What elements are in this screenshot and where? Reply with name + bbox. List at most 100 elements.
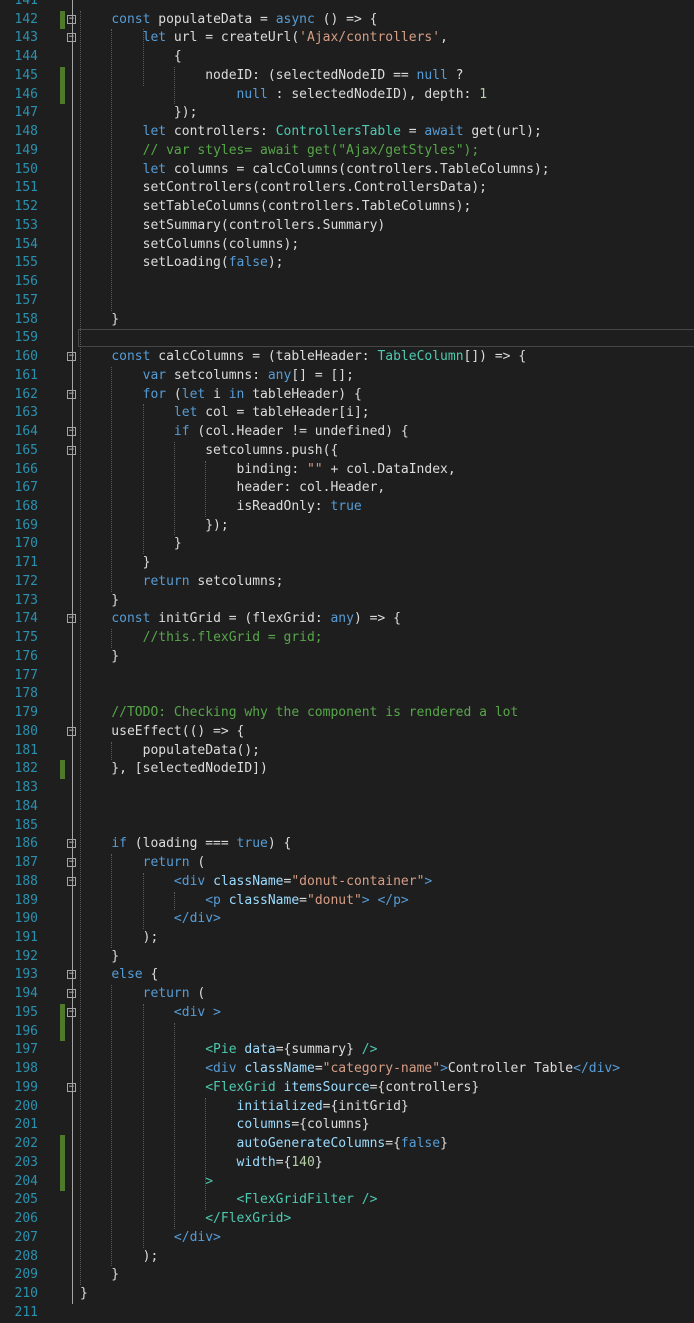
- code-text: setColumns(columns);: [80, 236, 300, 252]
- code-line[interactable]: 142− const populateData = async () => {: [0, 10, 694, 30]
- code-editor[interactable]: 141 142− const populateData = async () =>…: [0, 0, 694, 1320]
- code-text: columns={columns}: [236, 1117, 370, 1133]
- code-line[interactable]: 191 );: [0, 929, 694, 948]
- code-line[interactable]: 202 autoGenerateColumns={false}: [0, 1135, 694, 1154]
- code-line[interactable]: 209 }: [0, 1266, 694, 1285]
- code-line[interactable]: 151 setControllers(controllers.Controlle…: [0, 179, 694, 198]
- code-line[interactable]: 206 </FlexGrid>: [0, 1210, 694, 1229]
- code-line[interactable]: 172 return setcolumns;: [0, 573, 694, 592]
- code-line[interactable]: 188− <div className="donut-container">: [0, 873, 694, 892]
- code-line[interactable]: 169 });: [0, 517, 694, 536]
- code-line[interactable]: 156: [0, 273, 694, 292]
- code-line[interactable]: 149 // var styles= await get("Ajax/getSt…: [0, 142, 694, 161]
- code-line[interactable]: 179 //TODO: Checking why the component i…: [0, 704, 694, 723]
- code-line[interactable]: 201 columns={columns}: [0, 1116, 694, 1135]
- code-line[interactable]: 141: [0, 0, 694, 11]
- line-number: 154: [14, 236, 38, 252]
- line-number: 169: [14, 517, 38, 533]
- change-marker: [60, 1022, 65, 1042]
- code-line[interactable]: 190 </div>: [0, 910, 694, 929]
- line-number: 165: [14, 442, 38, 458]
- code-line[interactable]: 194− return (: [0, 985, 694, 1004]
- code-line[interactable]: 174− const initGrid = (flexGrid: any) =>…: [0, 610, 694, 629]
- code-line[interactable]: 185: [0, 817, 694, 836]
- code-line[interactable]: 203 width={140}: [0, 1153, 694, 1173]
- code-line[interactable]: 153 setSummary(controllers.Summary): [0, 217, 694, 236]
- line-number: 146: [14, 86, 38, 102]
- code-text: const initGrid = (flexGrid: any) => {: [111, 611, 401, 627]
- code-line[interactable]: 204 >: [0, 1172, 694, 1192]
- code-line[interactable]: 175 //this.flexGrid = grid;: [0, 629, 694, 648]
- code-line[interactable]: 161 var setcolumns: any[] = [];: [0, 367, 694, 386]
- code-text: if (col.Header != undefined) {: [173, 424, 409, 440]
- code-line[interactable]: 167 header: col.Header,: [0, 479, 694, 498]
- code-line[interactable]: 154 setColumns(columns);: [0, 236, 694, 255]
- code-line[interactable]: 198 <div className="category-name">Contr…: [0, 1060, 694, 1079]
- code-line[interactable]: 195− <div >: [0, 1003, 694, 1023]
- code-line[interactable]: 186− if (loading === true) {: [0, 835, 694, 854]
- code-line[interactable]: 178: [0, 685, 694, 704]
- code-line[interactable]: 162− for (let i in tableHeader) {: [0, 386, 694, 405]
- code-line[interactable]: 211: [0, 1304, 694, 1323]
- code-line[interactable]: 170 }: [0, 535, 694, 554]
- line-number: 144: [14, 49, 38, 65]
- code-line[interactable]: 164− if (col.Header != undefined) {: [0, 423, 694, 442]
- code-line[interactable]: 187− return (: [0, 854, 694, 873]
- code-line[interactable]: 147 });: [0, 104, 694, 123]
- code-line[interactable]: 210}: [0, 1285, 694, 1304]
- code-line[interactable]: 182 }, [selectedNodeID]): [0, 760, 694, 780]
- code-line[interactable]: 177: [0, 667, 694, 686]
- code-line[interactable]: 160− const calcColumns = (tableHeader: T…: [0, 348, 694, 367]
- code-line[interactable]: 184: [0, 798, 694, 817]
- code-text: initialized={initGrid}: [236, 1098, 409, 1114]
- indent-guide: [173, 1022, 175, 1229]
- line-number: 149: [14, 142, 38, 158]
- code-line[interactable]: 143− let url = createUrl('Ajax/controlle…: [0, 29, 694, 48]
- code-line[interactable]: 171 }: [0, 554, 694, 573]
- code-line[interactable]: 207 </div>: [0, 1229, 694, 1248]
- code-line[interactable]: 205 <FlexGridFilter />: [0, 1191, 694, 1210]
- code-line[interactable]: 199− <FlexGrid itemsSource={controllers}: [0, 1079, 694, 1098]
- code-line[interactable]: 146 null : selectedNodeID), depth: 1: [0, 85, 694, 105]
- line-number: 192: [14, 948, 38, 964]
- code-line[interactable]: 158 }: [0, 311, 694, 330]
- line-number: 172: [14, 573, 38, 589]
- code-line[interactable]: 200 initialized={initGrid}: [0, 1098, 694, 1117]
- code-line[interactable]: 180− useEffect(() => {: [0, 723, 694, 742]
- code-line[interactable]: 173 }: [0, 592, 694, 611]
- code-text: <FlexGridFilter />: [236, 1192, 378, 1208]
- line-number: 189: [14, 892, 38, 908]
- code-line[interactable]: 168 isReadOnly: true: [0, 498, 694, 517]
- line-number: 153: [14, 217, 38, 233]
- line-number: 157: [14, 292, 38, 308]
- change-marker: [60, 1135, 65, 1154]
- line-number: 185: [14, 817, 38, 833]
- line-number: 152: [14, 199, 38, 215]
- code-line[interactable]: 183: [0, 779, 694, 798]
- code-line[interactable]: 176 }: [0, 648, 694, 667]
- line-number: 194: [14, 986, 38, 1002]
- code-line[interactable]: 152 setTableColumns(controllers.TableCol…: [0, 198, 694, 217]
- code-line[interactable]: 193− else {: [0, 966, 694, 985]
- change-marker: [60, 1153, 65, 1173]
- code-text: let col = tableHeader[i];: [173, 405, 370, 421]
- code-line[interactable]: 197 <Pie data={summary} />: [0, 1041, 694, 1060]
- code-text: return (: [142, 986, 206, 1002]
- code-line[interactable]: 163 let col = tableHeader[i];: [0, 404, 694, 423]
- change-marker: [60, 760, 65, 780]
- code-line[interactable]: 166 binding: "" + col.DataIndex,: [0, 461, 694, 480]
- line-number: 182: [14, 761, 38, 777]
- line-number: 206: [14, 1211, 38, 1227]
- code-line[interactable]: 208 );: [0, 1248, 694, 1267]
- code-line[interactable]: 150 let columns = calcColumns(controller…: [0, 161, 694, 180]
- code-line[interactable]: 144 {: [0, 48, 694, 67]
- code-line[interactable]: 148 let controllers: ControllersTable = …: [0, 123, 694, 142]
- code-line[interactable]: 145 nodeID: (selectedNodeID == null ?: [0, 66, 694, 86]
- code-line[interactable]: 189 <p className="donut"> </p>: [0, 892, 694, 911]
- code-line[interactable]: 181 populateData();: [0, 742, 694, 761]
- code-line[interactable]: 155 setLoading(false);: [0, 254, 694, 273]
- code-line[interactable]: 192 }: [0, 948, 694, 967]
- code-line[interactable]: 196: [0, 1022, 694, 1042]
- code-line[interactable]: 165− setcolumns.push({: [0, 442, 694, 461]
- code-line[interactable]: 157: [0, 292, 694, 311]
